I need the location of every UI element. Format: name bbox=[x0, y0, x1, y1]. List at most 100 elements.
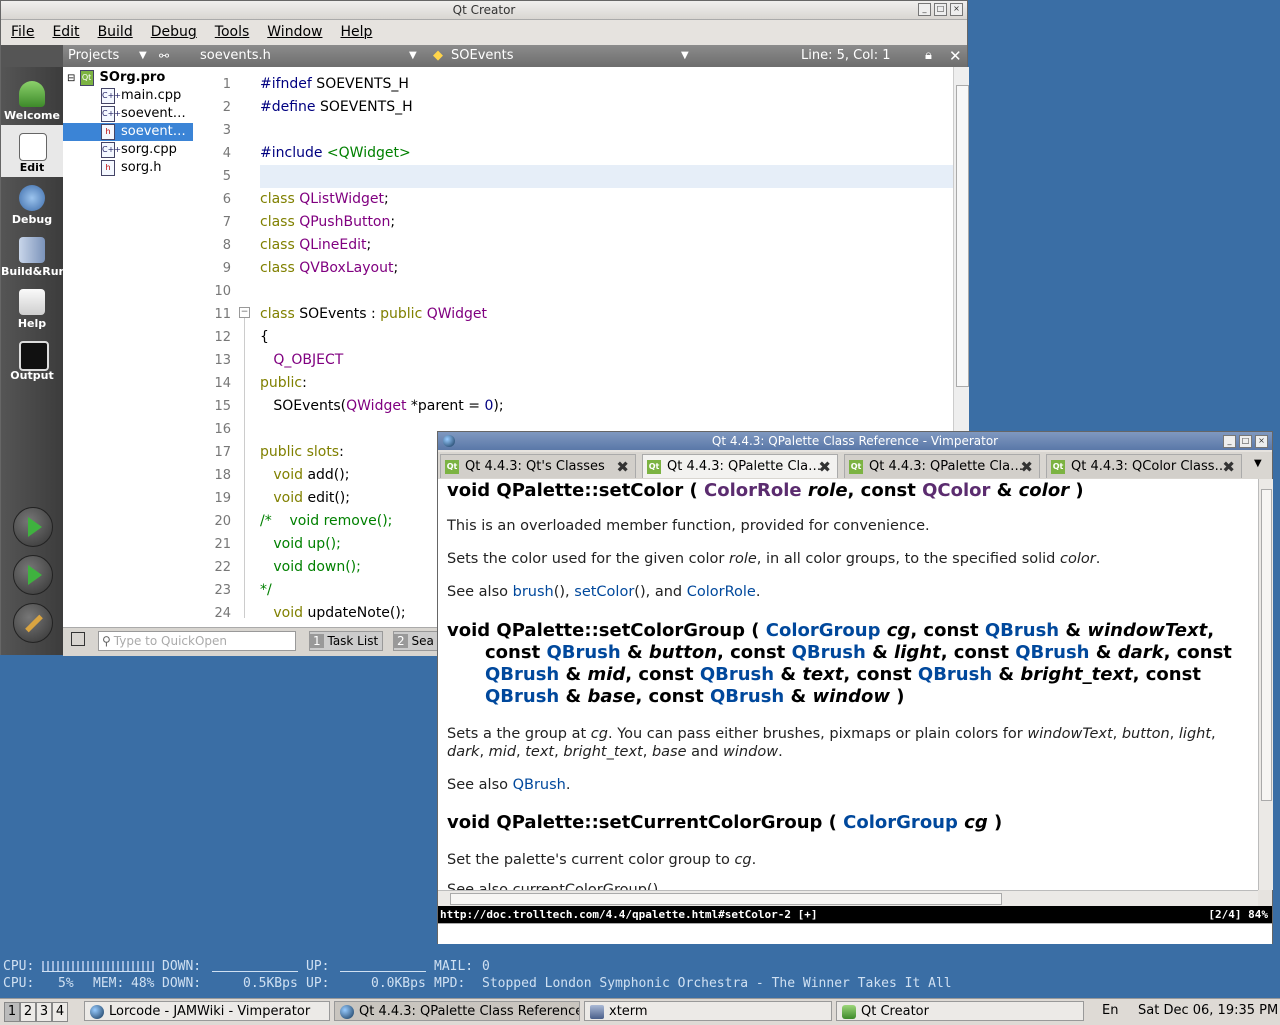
browser-tab[interactable]: Qt Qt 4.4.3: Qt's Classes ✖ bbox=[440, 454, 636, 478]
code-line: */ bbox=[260, 582, 272, 598]
mode-help[interactable]: Help bbox=[1, 281, 63, 333]
tree-file-sorg-cpp[interactable]: C++sorg.cpp bbox=[101, 141, 177, 159]
link-colorrole[interactable]: ColorRole bbox=[687, 584, 756, 600]
task-qt-creator[interactable]: Qt Creator bbox=[836, 1001, 1084, 1021]
mode-buildrun[interactable]: Build&Run bbox=[1, 229, 66, 281]
fold-marker-icon[interactable]: − bbox=[239, 307, 250, 318]
browser-tab[interactable]: Qt Qt 4.4.3: QPalette Cla… ✖ bbox=[642, 454, 838, 478]
menu-debug[interactable]: Debug bbox=[151, 24, 197, 40]
file-label: sorg.h bbox=[121, 160, 162, 175]
command-line-input[interactable] bbox=[438, 923, 1272, 944]
mode-welcome[interactable]: Welcome bbox=[1, 73, 63, 125]
mpd-label: MPD: bbox=[434, 976, 466, 991]
horizontal-scrollbar[interactable] bbox=[438, 890, 1258, 907]
build-button[interactable] bbox=[13, 603, 53, 643]
tab-task-list[interactable]: 1 Task List bbox=[309, 631, 384, 651]
tree-file-soevents-h[interactable]: h soevent… bbox=[63, 123, 193, 141]
window-controls: _ □ × bbox=[918, 3, 963, 16]
close-button[interactable]: × bbox=[950, 3, 963, 16]
mail-value: 0 bbox=[482, 959, 490, 974]
workspace-4[interactable]: 4 bbox=[52, 1002, 68, 1022]
keyboard-layout[interactable]: En bbox=[1102, 1002, 1118, 1020]
maximize-button[interactable]: □ bbox=[1239, 435, 1252, 448]
close-tab-icon[interactable]: ✖ bbox=[1020, 455, 1033, 478]
debug-run-button[interactable] bbox=[13, 555, 53, 595]
task-xterm[interactable]: xterm bbox=[584, 1001, 832, 1021]
mail-label: MAIL: bbox=[434, 959, 474, 974]
link-colorgroup[interactable]: ColorGroup bbox=[843, 812, 958, 833]
file-selector[interactable]: soevents.h bbox=[200, 45, 271, 67]
tree-root[interactable]: ⊟ Qt SOrg.pro bbox=[67, 69, 165, 87]
tab-list-chevron-icon[interactable]: ▼ bbox=[1254, 458, 1262, 469]
menu-edit[interactable]: Edit bbox=[52, 24, 79, 40]
mode-output[interactable]: Output bbox=[1, 333, 63, 385]
vertical-scrollbar[interactable] bbox=[1258, 479, 1273, 890]
line-number: 22 bbox=[214, 560, 231, 575]
browser-tab[interactable]: Qt Qt 4.4.3: QPalette Cla… ✖ bbox=[844, 454, 1040, 478]
line-number: 18 bbox=[214, 468, 231, 483]
minimize-button[interactable]: _ bbox=[1223, 435, 1236, 448]
tab-label: Task List bbox=[327, 634, 379, 648]
code-line: #include <QWidget> bbox=[260, 145, 411, 161]
workspace-1[interactable]: 1 bbox=[4, 1002, 20, 1022]
text: You can pass either brushes, pixmaps or … bbox=[617, 726, 1028, 742]
line-number: 13 bbox=[214, 353, 231, 368]
link-brush[interactable]: brush bbox=[513, 584, 554, 600]
close-editor-icon[interactable]: ✕ bbox=[949, 45, 962, 67]
close-tab-icon[interactable]: ✖ bbox=[616, 455, 629, 478]
menu-build[interactable]: Build bbox=[98, 24, 133, 40]
quickopen-placeholder: Type to QuickOpen bbox=[113, 634, 228, 648]
scrollbar-thumb[interactable] bbox=[956, 85, 969, 387]
heading-setcurrentcolorgroup: void QPalette::setCurrentColorGroup ( Co… bbox=[447, 812, 1003, 833]
down-graph bbox=[212, 961, 298, 972]
monitor-icon bbox=[19, 341, 49, 371]
text: , in all color groups, to the specified … bbox=[756, 551, 1060, 567]
close-tab-icon[interactable]: ✖ bbox=[818, 455, 831, 478]
qt-favicon-icon: Qt bbox=[1051, 459, 1065, 474]
menu-window[interactable]: Window bbox=[267, 24, 322, 40]
tree-root-label: SOrg.pro bbox=[99, 70, 166, 85]
cpu-graph bbox=[42, 961, 154, 972]
code-line: public slots: bbox=[260, 444, 344, 460]
tab-number: 1 bbox=[310, 634, 324, 648]
link-qbrush[interactable]: QBrush bbox=[513, 777, 566, 793]
line-number: 16 bbox=[214, 422, 231, 437]
maximize-button[interactable]: □ bbox=[934, 3, 947, 16]
scrollbar-thumb[interactable] bbox=[450, 893, 1002, 905]
close-button[interactable]: × bbox=[1255, 435, 1268, 448]
symbol-selector[interactable]: SOEvents bbox=[451, 45, 514, 67]
tree-file-main-cpp[interactable]: C++main.cpp bbox=[101, 87, 181, 105]
mode-edit[interactable]: Edit bbox=[1, 125, 63, 177]
tab-search[interactable]: 2 Sea bbox=[393, 631, 439, 651]
code-line: void updateNote(); bbox=[273, 605, 406, 621]
tree-file-soevents-cpp[interactable]: C++soevent… bbox=[101, 105, 186, 123]
projects-selector[interactable]: Projects ▼ ⚯ bbox=[63, 45, 193, 67]
cursor-position: Line: 5, Col: 1 bbox=[801, 48, 891, 63]
close-tab-icon[interactable]: ✖ bbox=[1222, 455, 1235, 478]
mode-debug[interactable]: Debug bbox=[1, 177, 63, 229]
link-icon[interactable]: ⚯ bbox=[159, 45, 169, 67]
link-setcolor[interactable]: setColor bbox=[574, 584, 634, 600]
tree-file-sorg-h[interactable]: h sorg.h bbox=[101, 159, 161, 177]
menu-tools[interactable]: Tools bbox=[215, 24, 250, 40]
menu-help[interactable]: Help bbox=[340, 24, 372, 40]
workspace-3[interactable]: 3 bbox=[36, 1002, 52, 1022]
run-button[interactable] bbox=[13, 507, 53, 547]
workspace-2[interactable]: 2 bbox=[20, 1002, 36, 1022]
menu-file[interactable]: File bbox=[11, 24, 34, 40]
minimize-button[interactable]: _ bbox=[918, 3, 931, 16]
task-vimperator-qpalette[interactable]: Qt 4.4.3: QPalette Class Reference bbox=[334, 1001, 580, 1021]
debug-play-icon bbox=[28, 565, 42, 585]
task-vimperator-lorcode[interactable]: Lorcode - JAMWiki - Vimperator bbox=[84, 1001, 330, 1021]
sidebar-toggle-icon[interactable] bbox=[71, 632, 85, 646]
document-icon bbox=[19, 133, 47, 161]
text: Sets the color used for the given color bbox=[447, 551, 729, 567]
line-number-gutter: 1 2 3 4 5 6 7 8 9 10 11 12 13 14 15 16 1… bbox=[193, 67, 233, 627]
up-graph bbox=[340, 961, 426, 972]
modebar-top bbox=[1, 45, 63, 67]
scrollbar-thumb[interactable] bbox=[1261, 489, 1272, 801]
browser-tab[interactable]: Qt Qt 4.4.3: QColor Class… ✖ bbox=[1046, 454, 1242, 478]
heading-setcolorgroup-cont: QBrush & base, const QBrush & window ) bbox=[485, 686, 905, 707]
quickopen-input[interactable]: ⚲ Type to QuickOpen bbox=[98, 631, 296, 651]
window-title: Qt 4.4.3: QPalette Class Reference - Vim… bbox=[438, 432, 1272, 450]
